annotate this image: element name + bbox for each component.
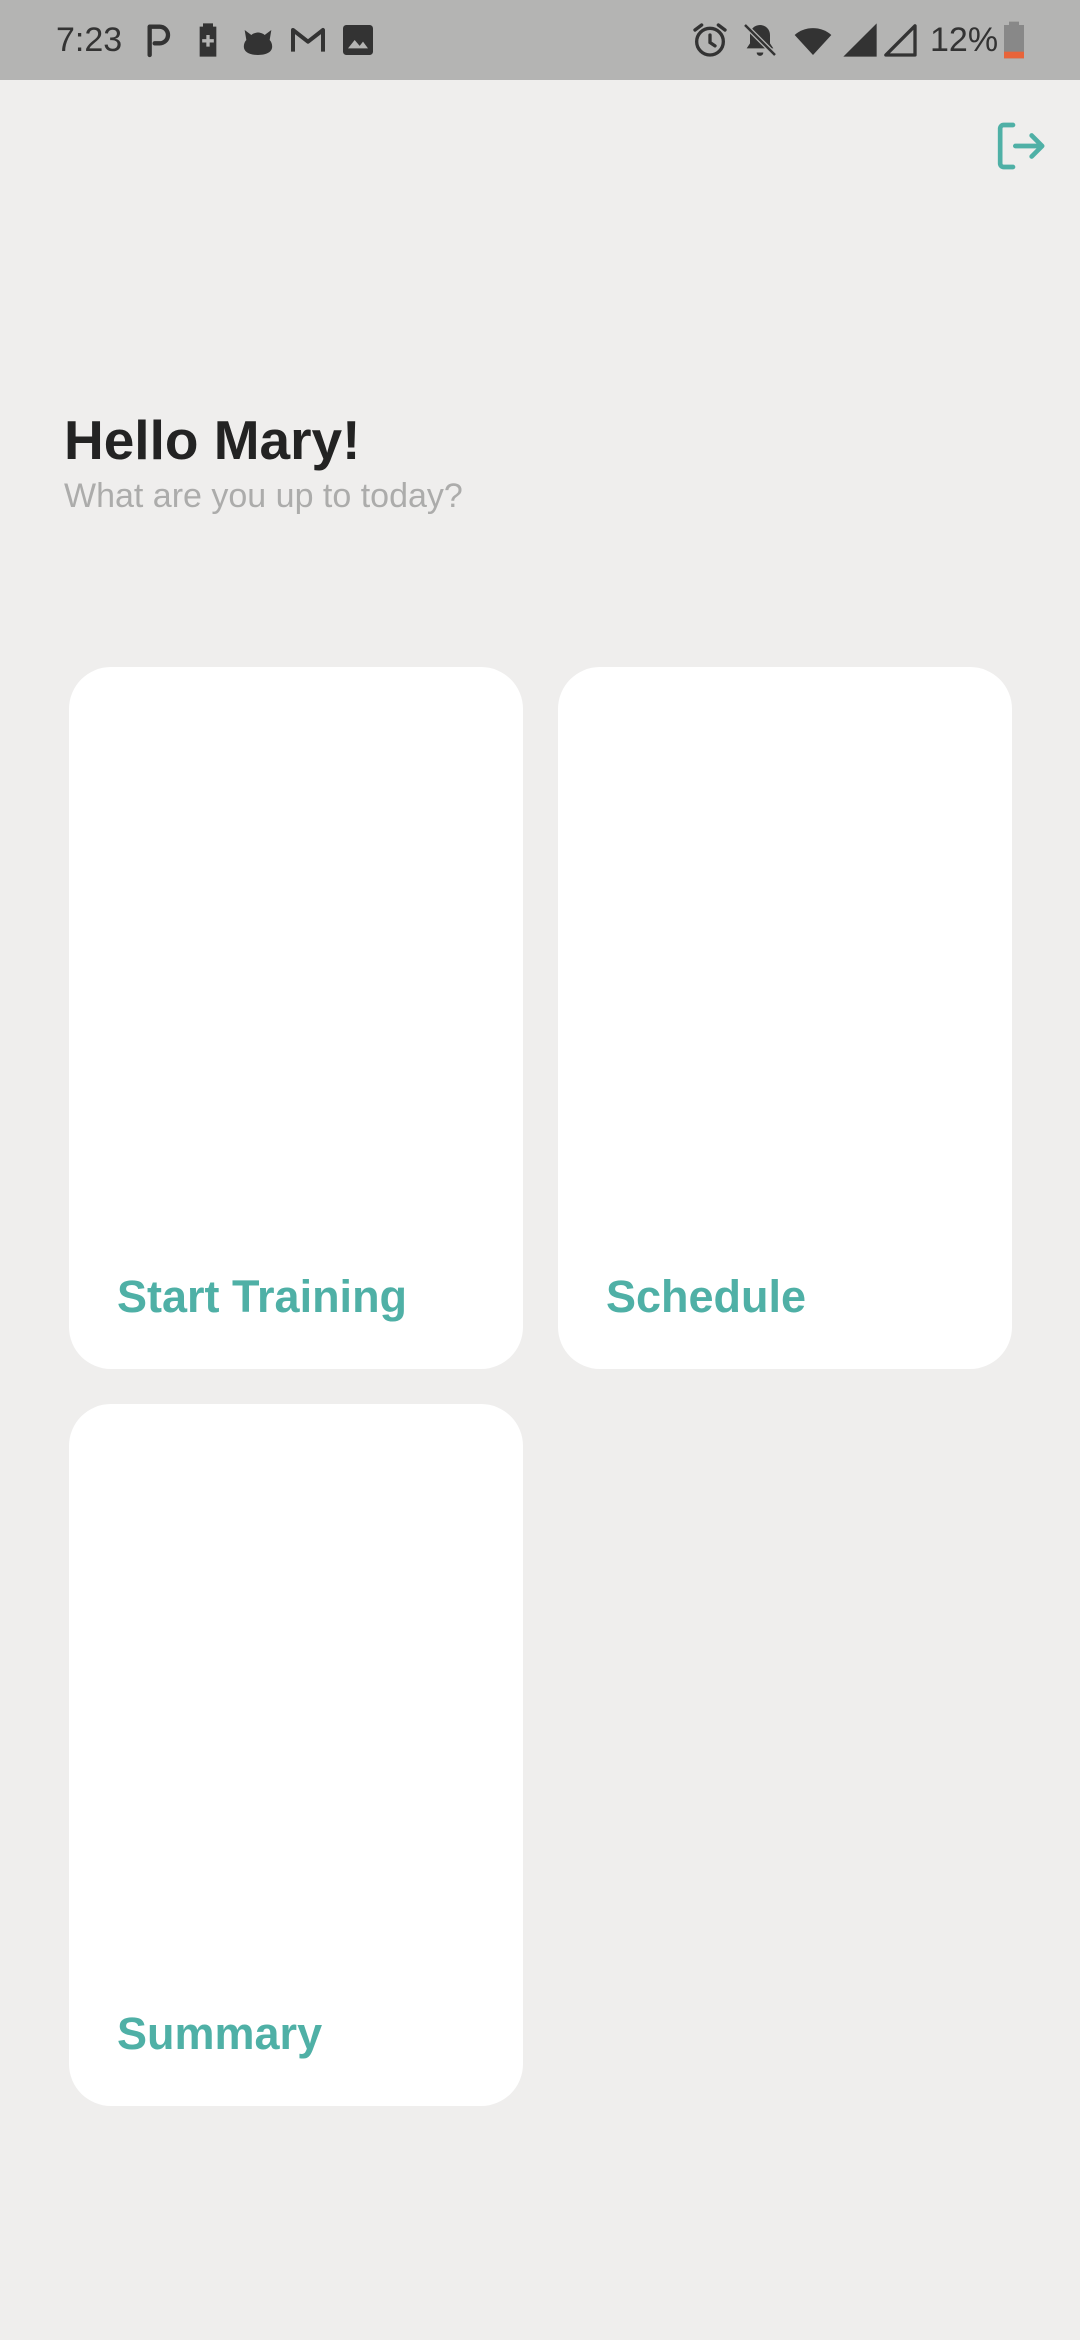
notifications-off-icon xyxy=(743,23,777,57)
schedule-label: Schedule xyxy=(606,1271,807,1322)
battery-low-icon xyxy=(1004,21,1024,59)
image-icon xyxy=(343,25,373,55)
alarm-icon xyxy=(693,23,727,57)
battery-saver-icon xyxy=(199,23,217,57)
start-training-card[interactable]: Start Training xyxy=(69,667,523,1369)
signal-empty-icon xyxy=(884,24,917,57)
status-time: 7:23 xyxy=(56,21,123,59)
status-bar: 7:23 12% xyxy=(0,0,1080,80)
start-training-label: Start Training xyxy=(117,1271,408,1322)
gmail-icon xyxy=(291,28,325,52)
parking-icon xyxy=(147,24,171,58)
greeting-title: Hello Mary! xyxy=(64,409,361,471)
schedule-card[interactable]: Schedule xyxy=(558,667,1012,1369)
summary-card[interactable]: Summary xyxy=(69,1404,523,2106)
greeting-subtitle: What are you up to today? xyxy=(64,477,463,515)
battery-percent: 12% xyxy=(930,21,999,59)
logout-icon[interactable] xyxy=(992,118,1048,174)
cat-icon xyxy=(243,30,273,55)
wifi-icon xyxy=(794,28,832,55)
signal-icon xyxy=(843,23,877,57)
summary-label: Summary xyxy=(117,2008,323,2059)
